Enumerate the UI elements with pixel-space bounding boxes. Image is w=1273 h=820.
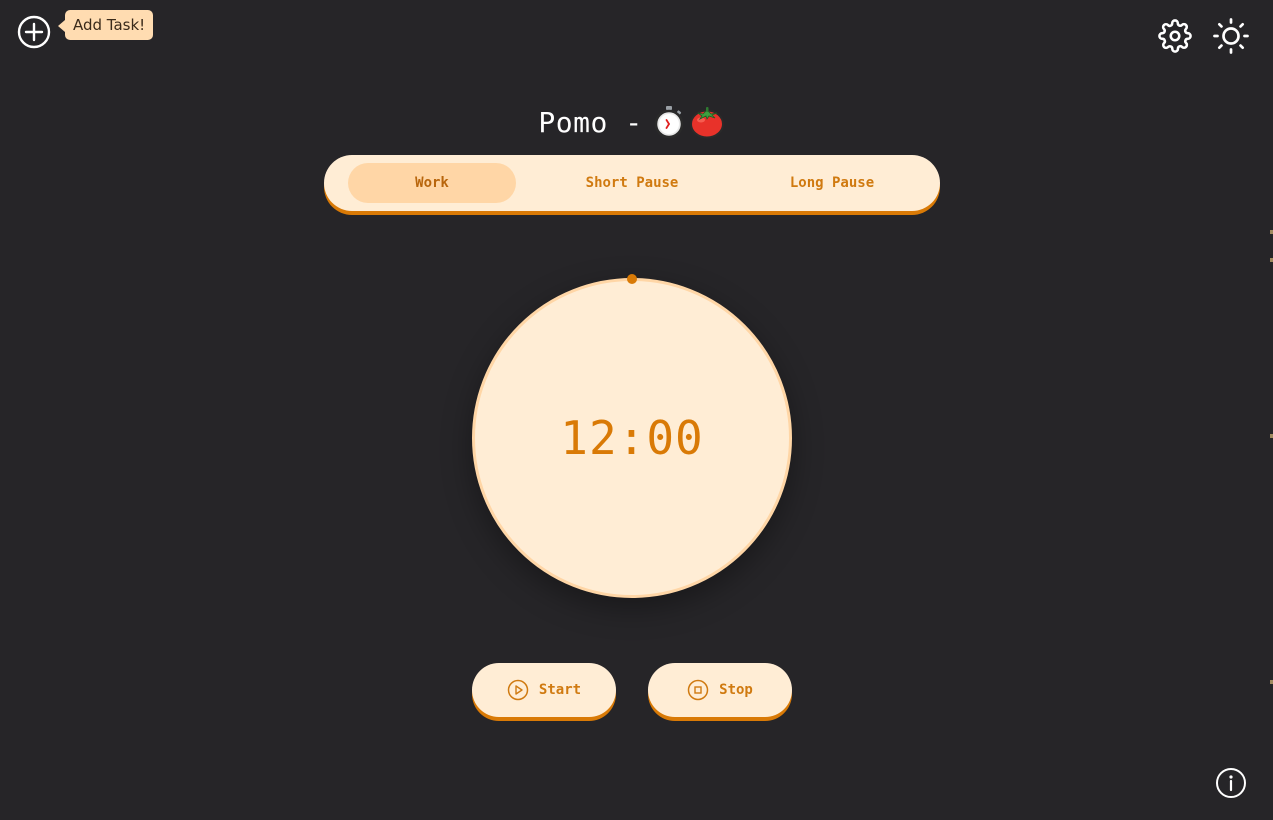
title-emojis (653, 105, 725, 139)
tab-long-pause[interactable]: Long Pause (748, 163, 916, 203)
add-task-button[interactable] (17, 15, 51, 49)
play-circle-icon (507, 679, 529, 701)
stopwatch-icon (654, 106, 683, 139)
stop-button[interactable]: Stop (648, 663, 792, 717)
gear-icon (1158, 19, 1192, 53)
tab-short-pause[interactable]: Short Pause (548, 163, 716, 203)
timer-display: 12:00 (560, 411, 704, 465)
pomodoro-app: Add Task! Pomo - Work Short Pause Long P… (0, 0, 1273, 820)
app-title-text: Pomo - (538, 105, 643, 139)
add-task-tooltip-text: Add Task! (73, 16, 146, 34)
tab-work-label: Work (415, 175, 449, 191)
tab-short-pause-label: Short Pause (585, 175, 679, 191)
start-button[interactable]: Start (472, 663, 616, 717)
stop-circle-icon (687, 679, 709, 701)
sun-icon (1213, 18, 1249, 54)
settings-button[interactable] (1157, 18, 1193, 54)
start-button-label: Start (538, 682, 582, 698)
mode-tabs: Work Short Pause Long Pause (324, 155, 940, 211)
plus-circle-icon (17, 15, 51, 49)
stop-button-label: Stop (719, 682, 753, 698)
timer-circle: 12:00 (472, 278, 792, 598)
info-icon (1216, 768, 1246, 798)
tab-long-pause-label: Long Pause (789, 175, 875, 191)
add-task-tooltip: Add Task! (57, 10, 154, 40)
app-title: Pomo - (0, 100, 1263, 144)
info-button[interactable] (1214, 766, 1248, 800)
theme-toggle-button[interactable] (1213, 18, 1249, 54)
timer-progress-indicator (627, 274, 637, 284)
tomato-icon (689, 107, 724, 139)
tab-work[interactable]: Work (348, 163, 516, 203)
